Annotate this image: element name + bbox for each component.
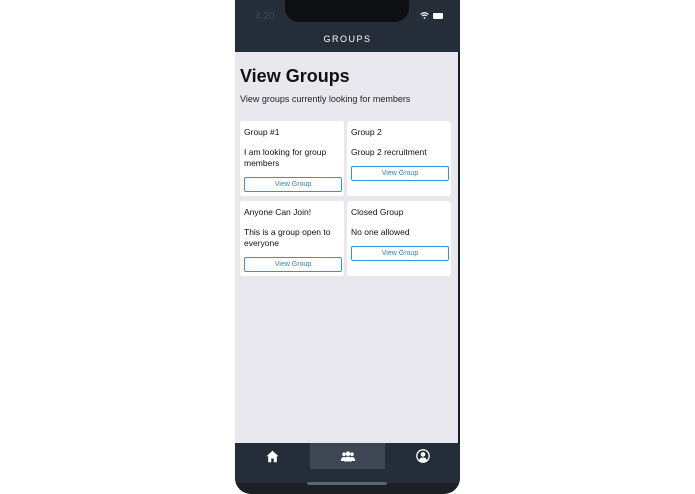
status-bar: 4:20 bbox=[235, 0, 460, 26]
battery-icon bbox=[433, 12, 443, 19]
group-description: I am looking for group members bbox=[244, 147, 327, 168]
status-time: 4:20 bbox=[255, 11, 275, 22]
navigation-bar: GROUPS bbox=[235, 26, 460, 52]
tab-home[interactable] bbox=[235, 443, 310, 469]
device-notch bbox=[285, 0, 409, 22]
group-card: Anyone Can Join! This is a group open to… bbox=[240, 201, 344, 276]
view-group-button[interactable]: View Group bbox=[351, 166, 449, 181]
wifi-icon bbox=[420, 12, 429, 19]
group-description: Group 2 recruitment bbox=[351, 147, 427, 157]
group-name: Anyone Can Join! bbox=[244, 207, 312, 217]
view-group-button[interactable]: View Group bbox=[244, 257, 342, 272]
group-icon bbox=[340, 450, 355, 461]
group-card: Closed Group No one allowed View Group bbox=[347, 201, 451, 276]
view-group-button[interactable]: View Group bbox=[351, 246, 449, 261]
tab-bar bbox=[235, 443, 460, 483]
profile-icon bbox=[415, 449, 430, 463]
group-description: This is a group open to everyone bbox=[244, 227, 331, 248]
page-title: View Groups bbox=[240, 66, 350, 86]
main-content[interactable]: View Groups View groups currently lookin… bbox=[235, 52, 458, 443]
page-subtitle: View groups currently looking for member… bbox=[240, 94, 411, 104]
group-name: Group 2 bbox=[351, 127, 382, 137]
view-group-button[interactable]: View Group bbox=[244, 177, 342, 192]
home-icon bbox=[266, 450, 279, 462]
phone-frame: 4:20 GROUPS View Groups View groups curr… bbox=[235, 0, 460, 494]
group-grid: Group #1 I am looking for group members … bbox=[240, 121, 452, 276]
group-name: Group #1 bbox=[244, 127, 280, 137]
group-description: No one allowed bbox=[351, 227, 410, 237]
nav-title: GROUPS bbox=[323, 34, 372, 44]
status-icons bbox=[420, 12, 444, 19]
group-card: Group #1 I am looking for group members … bbox=[240, 121, 344, 196]
tab-groups[interactable] bbox=[310, 443, 385, 469]
tab-profile[interactable] bbox=[385, 443, 460, 469]
group-card: Group 2 Group 2 recruitment View Group bbox=[347, 121, 451, 196]
home-indicator bbox=[307, 482, 387, 485]
group-name: Closed Group bbox=[351, 207, 404, 217]
